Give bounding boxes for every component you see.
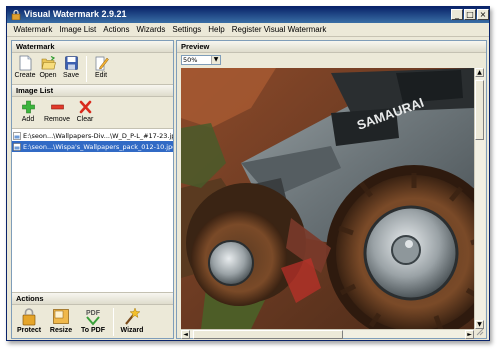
zoom-value: 50% [183, 56, 198, 64]
wizard-icon [125, 307, 141, 325]
protect-button[interactable]: Protect [14, 307, 44, 336]
window-title: Visual Watermark 2.9.21 [24, 9, 127, 19]
lock-icon [22, 308, 36, 326]
title-bar[interactable]: Visual Watermark 2.9.21 _ □ × [7, 7, 489, 23]
close-button[interactable]: × [477, 9, 489, 20]
image-file-icon [13, 142, 21, 151]
pdf-icon: PDF [86, 310, 101, 326]
preview-panel: Preview 50% ▼ SAMAURAI ▲ ▼ ◄ ► [176, 40, 487, 339]
edit-pencil-icon [95, 56, 109, 71]
image-list-toolbar: Add Remove Clear [12, 97, 173, 129]
list-item[interactable]: E:\seon...\Wallpapers-Div...\W_D_P-L_#17… [12, 130, 173, 141]
preview-section-title: Preview [177, 41, 486, 53]
toolbar-separator [86, 56, 87, 82]
image-list[interactable]: E:\seon...\Wallpapers-Div...\W_D_P-L_#17… [12, 129, 173, 299]
open-folder-icon [41, 55, 56, 70]
clear-button[interactable]: Clear [72, 98, 98, 128]
horizontal-scrollbar[interactable]: ◄ ► [181, 329, 474, 339]
watermark-toolbar: Create Open Save Edit [12, 53, 173, 85]
list-item-selected[interactable]: E:\seon...\Wispa's_Wallpapers_pack_012-1… [12, 141, 173, 152]
zoom-select[interactable]: 50% ▼ [181, 55, 221, 65]
image-list-section-title: Image List [12, 85, 173, 97]
actions-panel: Actions Protect Resize PDF To PDF Wizard [12, 292, 173, 338]
add-button[interactable]: Add [14, 98, 42, 128]
left-panel: Watermark Create Open Save Edit Image Li… [11, 40, 174, 339]
vertical-scroll-thumb[interactable] [475, 80, 484, 140]
maximize-button[interactable]: □ [464, 9, 476, 20]
minus-icon [50, 104, 64, 110]
actions-separator [113, 308, 114, 336]
menu-register[interactable]: Register Visual Watermark [228, 25, 330, 34]
menu-settings[interactable]: Settings [169, 25, 205, 34]
menu-wizards[interactable]: Wizards [133, 25, 169, 34]
floppy-disk-icon [64, 56, 78, 70]
edit-button[interactable]: Edit [90, 54, 112, 84]
wizard-button[interactable]: Wizard [117, 307, 147, 336]
vertical-scrollbar[interactable]: ▲ ▼ [474, 68, 485, 329]
chevron-down-icon[interactable]: ▼ [211, 56, 220, 64]
horizontal-scroll-thumb[interactable] [193, 330, 343, 339]
preview-image[interactable]: SAMAURAI [181, 68, 474, 329]
scroll-up-icon[interactable]: ▲ [475, 68, 484, 77]
to-pdf-button[interactable]: PDF To PDF [78, 307, 108, 336]
menu-bar: Watermark Image List Actions Wizards Set… [7, 23, 489, 37]
jeep-photo: SAMAURAI [181, 68, 474, 329]
resize-button[interactable]: Resize [46, 307, 76, 336]
actions-section-title: Actions [12, 293, 173, 305]
menu-image-list[interactable]: Image List [56, 25, 100, 34]
new-file-icon [19, 55, 31, 71]
actions-toolbar: Protect Resize PDF To PDF Wizard [12, 305, 173, 336]
remove-button[interactable]: Remove [43, 98, 71, 128]
resize-grip-icon[interactable] [476, 328, 484, 336]
create-button[interactable]: Create [14, 54, 36, 84]
scroll-left-icon[interactable]: ◄ [181, 330, 190, 339]
menu-watermark[interactable]: Watermark [10, 25, 56, 34]
open-button[interactable]: Open [37, 54, 59, 84]
watermark-section-title: Watermark [12, 41, 173, 53]
resize-icon [53, 309, 69, 324]
minimize-button[interactable]: _ [451, 9, 463, 20]
list-item-path: E:\seon...\Wispa's_Wallpapers_pack_012-1… [23, 142, 173, 151]
image-file-icon [13, 131, 21, 140]
svg-text:PDF: PDF [86, 310, 101, 317]
app-window: Visual Watermark 2.9.21 _ □ × Watermark … [6, 6, 490, 341]
scroll-right-icon[interactable]: ► [465, 330, 474, 339]
plus-icon [21, 100, 35, 114]
menu-actions[interactable]: Actions [100, 25, 133, 34]
x-icon [79, 100, 91, 114]
list-item-path: E:\seon...\Wallpapers-Div...\W_D_P-L_#17… [23, 131, 173, 140]
menu-help[interactable]: Help [205, 25, 228, 34]
app-lock-icon [11, 10, 21, 20]
save-button[interactable]: Save [60, 54, 82, 84]
